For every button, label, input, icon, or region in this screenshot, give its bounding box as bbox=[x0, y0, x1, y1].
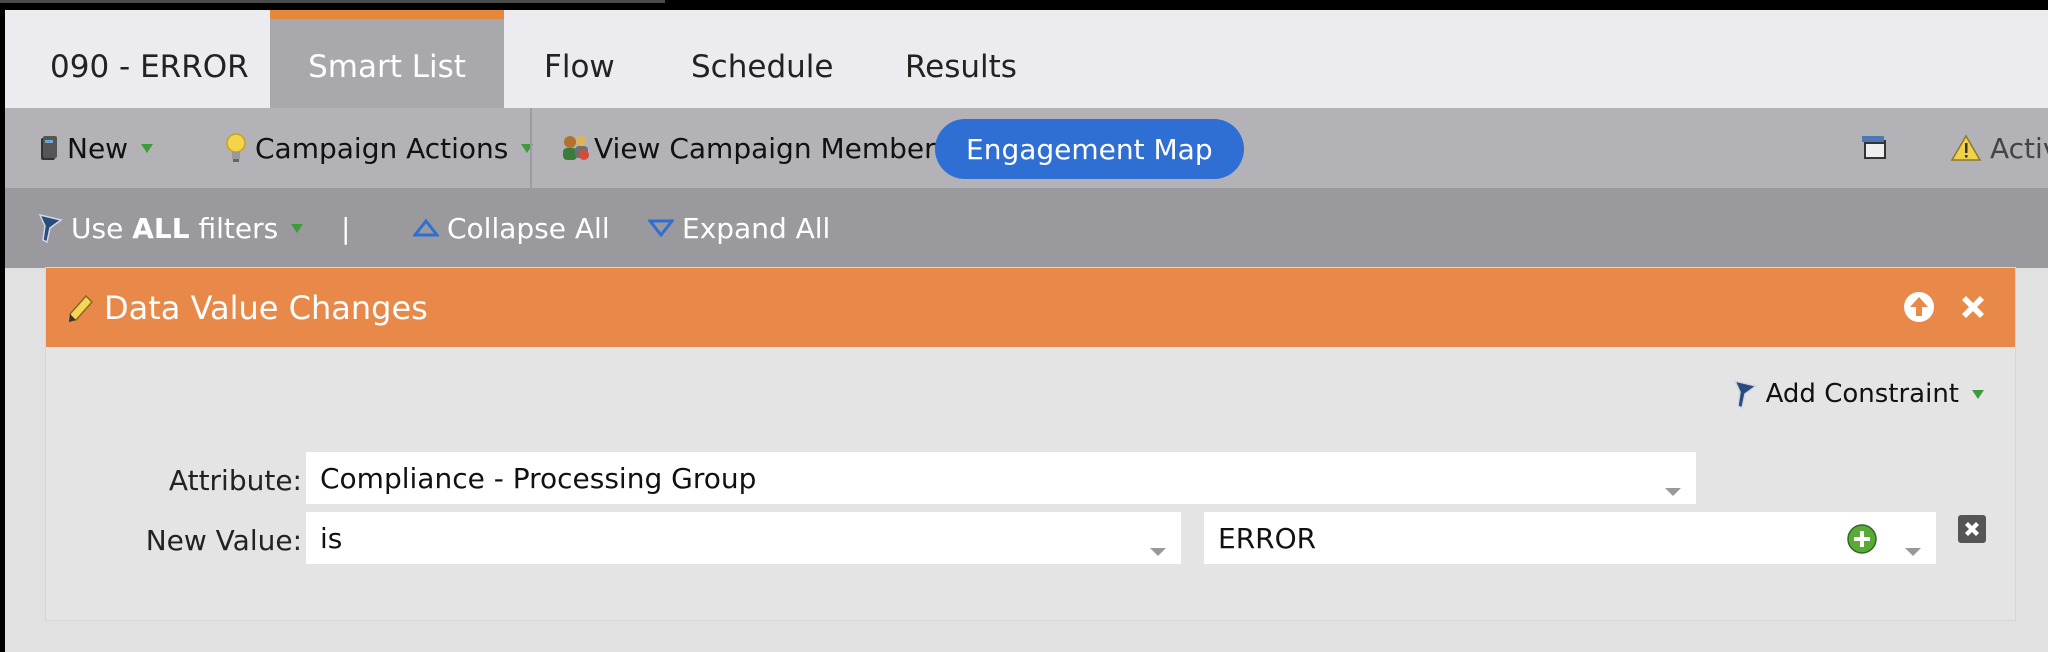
top-strip bbox=[0, 0, 2048, 10]
data-value-pencil-icon bbox=[66, 292, 96, 324]
tab-schedule[interactable]: Schedule bbox=[651, 10, 873, 108]
new-button-label: New bbox=[67, 131, 129, 165]
new-value-label: New Value: bbox=[145, 524, 302, 557]
filter-card: Data Value Changes Add Constraint Attrib… bbox=[46, 268, 2015, 620]
campaign-actions-label: Campaign Actions bbox=[255, 131, 509, 165]
tab-smart-list[interactable]: Smart List bbox=[270, 10, 504, 108]
members-icon bbox=[560, 133, 592, 163]
chevron-down-icon bbox=[290, 222, 304, 234]
chevron-down-icon bbox=[1971, 388, 1985, 400]
tab-flow[interactable]: Flow bbox=[504, 10, 655, 108]
attribute-value: Compliance - Processing Group bbox=[320, 461, 757, 495]
use-filters-suffix: filters bbox=[189, 211, 279, 245]
add-constraint-label: Add Constraint bbox=[1765, 379, 1959, 409]
campaign-actions-button[interactable]: Campaign Actions bbox=[225, 108, 534, 188]
operator-select[interactable]: is bbox=[306, 512, 1181, 564]
engagement-map-button[interactable]: Engagement Map bbox=[935, 119, 1244, 179]
app-frame: 090 - ERROR Smart List Flow Schedule Res… bbox=[5, 10, 2048, 652]
collapse-all-button[interactable]: Collapse All bbox=[413, 188, 610, 268]
add-value-icon[interactable] bbox=[1846, 523, 1878, 562]
attribute-select[interactable]: Compliance - Processing Group bbox=[306, 452, 1696, 504]
filter-header-actions bbox=[1902, 290, 1990, 324]
use-filters-prefix: Use bbox=[71, 211, 133, 245]
warning-icon bbox=[1950, 134, 1982, 162]
filter-header[interactable]: Data Value Changes bbox=[46, 268, 2015, 347]
add-constraint-button[interactable]: Add Constraint bbox=[1732, 378, 1985, 410]
value-text: ERROR bbox=[1218, 521, 1317, 555]
lightbulb-icon bbox=[225, 132, 247, 164]
chevron-down-icon bbox=[1664, 472, 1682, 505]
chevron-down-icon bbox=[1904, 532, 1922, 565]
tab-bar: 090 - ERROR Smart List Flow Schedule Res… bbox=[5, 10, 2048, 108]
top-strip-line bbox=[0, 0, 665, 3]
filter-title: Data Value Changes bbox=[104, 288, 428, 327]
toolbar-separator: | bbox=[341, 211, 351, 245]
attribute-label: Attribute: bbox=[168, 464, 302, 497]
use-filters-dropdown[interactable]: Use ALL filters bbox=[37, 188, 304, 268]
chevron-down-icon bbox=[520, 142, 534, 154]
remove-filter-icon[interactable] bbox=[1956, 290, 1990, 324]
use-filters-bold: ALL bbox=[132, 211, 190, 245]
filter-funnel-icon bbox=[37, 212, 65, 244]
operator-value: is bbox=[320, 521, 343, 555]
status-label: Activ bbox=[1990, 131, 2048, 165]
view-campaign-members-label: View Campaign Members bbox=[594, 131, 951, 165]
triangle-up-icon bbox=[413, 219, 439, 237]
toolbar-divider bbox=[530, 108, 532, 188]
tab-campaign-name[interactable]: 090 - ERROR bbox=[10, 10, 289, 108]
value-input[interactable]: ERROR bbox=[1204, 512, 1936, 564]
expand-all-button[interactable]: Expand All bbox=[648, 188, 830, 268]
new-button[interactable]: New bbox=[39, 108, 154, 188]
filter-funnel-icon bbox=[1732, 378, 1760, 410]
main-toolbar: New Campaign Actions View Campaign Membe… bbox=[5, 108, 2048, 188]
window-icon[interactable] bbox=[1860, 108, 1888, 188]
chevron-down-icon bbox=[1149, 532, 1167, 565]
new-doc-icon bbox=[39, 134, 59, 162]
collapse-all-label: Collapse All bbox=[447, 211, 610, 245]
move-up-icon[interactable] bbox=[1902, 290, 1936, 324]
expand-all-label: Expand All bbox=[682, 211, 831, 245]
triangle-down-icon bbox=[648, 219, 674, 237]
chevron-down-icon bbox=[140, 142, 154, 154]
view-campaign-members-button[interactable]: View Campaign Members bbox=[560, 108, 950, 188]
status-indicator: Activ bbox=[1950, 108, 2048, 188]
delete-constraint-icon[interactable] bbox=[1957, 514, 1987, 548]
filter-toolbar: Use ALL filters | Collapse All Expand Al… bbox=[5, 188, 2048, 268]
tab-results[interactable]: Results bbox=[865, 10, 1057, 108]
